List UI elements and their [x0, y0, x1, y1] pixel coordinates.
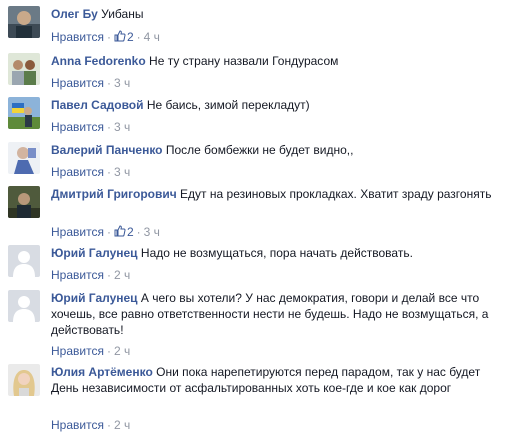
comment-actions: Нравится · 2 · 3 ч: [51, 224, 160, 240]
comment-text: Надо не возмущаться, пора начать действо…: [140, 246, 413, 260]
comment-author[interactable]: Юрий Галунец: [51, 291, 138, 305]
thumbs-up-icon: [114, 30, 126, 42]
separator: ·: [106, 120, 111, 134]
comment-time[interactable]: 3 ч: [144, 225, 160, 239]
like-count-value: 2: [126, 30, 134, 44]
comment-text: Едут на резиновых прокладках. Хватит зра…: [180, 187, 492, 201]
avatar[interactable]: [8, 6, 40, 38]
comment-time[interactable]: 3 ч: [114, 76, 130, 90]
separator: ·: [106, 418, 111, 432]
like-button[interactable]: Нравится: [51, 30, 104, 44]
comment-text: После бомбежки не будет видно,,: [165, 143, 354, 157]
like-button[interactable]: Нравится: [51, 344, 104, 358]
comment-actions: Нравится · 2 ч: [51, 343, 130, 359]
comment-actions: Нравится · 2 ч: [51, 267, 130, 283]
comment-author[interactable]: Павел Садовой: [51, 98, 144, 112]
like-count[interactable]: 2: [114, 30, 134, 44]
like-count-value: 2: [126, 225, 134, 239]
avatar[interactable]: [8, 142, 40, 174]
like-button[interactable]: Нравится: [51, 268, 104, 282]
comment-actions: Нравится · 3 ч: [51, 119, 130, 135]
comment-time[interactable]: 3 ч: [114, 120, 130, 134]
comment-time[interactable]: 2 ч: [114, 344, 130, 358]
separator: ·: [106, 344, 111, 358]
comment-actions: Нравится · 3 ч: [51, 164, 130, 180]
comment-time[interactable]: 4 ч: [144, 30, 160, 44]
avatar[interactable]: [8, 97, 40, 129]
avatar[interactable]: [8, 53, 40, 85]
like-button[interactable]: Нравится: [51, 120, 104, 134]
separator: ·: [106, 225, 111, 239]
comment-author[interactable]: Юлия Артёменко: [51, 365, 153, 379]
comment-actions: Нравится · 3 ч: [51, 75, 130, 91]
comment-author[interactable]: Юрий Галунец: [51, 246, 138, 260]
like-button[interactable]: Нравится: [51, 165, 104, 179]
comment-time[interactable]: 2 ч: [114, 418, 130, 432]
like-button[interactable]: Нравится: [51, 418, 104, 432]
separator: ·: [106, 76, 111, 90]
separator: ·: [106, 165, 111, 179]
comment-time[interactable]: 3 ч: [114, 165, 130, 179]
avatar[interactable]: [8, 245, 40, 277]
avatar[interactable]: [8, 186, 40, 218]
separator: ·: [106, 30, 111, 44]
thumbs-up-icon: [114, 225, 126, 237]
avatar[interactable]: [8, 290, 40, 322]
comment-actions: Нравится · 2 ч: [51, 417, 130, 433]
separator: ·: [136, 30, 141, 44]
comment-text: Не ту страну назвали Гондурасом: [149, 54, 339, 68]
comment-actions: Нравится · 2 · 4 ч: [51, 29, 160, 45]
like-button[interactable]: Нравится: [51, 225, 104, 239]
separator: ·: [106, 268, 111, 282]
comment-author[interactable]: Дмитрий Григорович: [51, 187, 177, 201]
comment-author[interactable]: Олег Бу: [51, 7, 98, 21]
avatar[interactable]: [8, 364, 40, 396]
separator: ·: [136, 225, 141, 239]
comment-author[interactable]: Валерий Панченко: [51, 143, 163, 157]
comment-text: Уибаны: [101, 7, 144, 21]
comment-time[interactable]: 2 ч: [114, 268, 130, 282]
like-count[interactable]: 2: [114, 225, 134, 239]
like-button[interactable]: Нравится: [51, 76, 104, 90]
comment-text: Не баись, зимой перекладут): [146, 98, 310, 112]
comment-author[interactable]: Anna Fedorenko: [51, 54, 146, 68]
